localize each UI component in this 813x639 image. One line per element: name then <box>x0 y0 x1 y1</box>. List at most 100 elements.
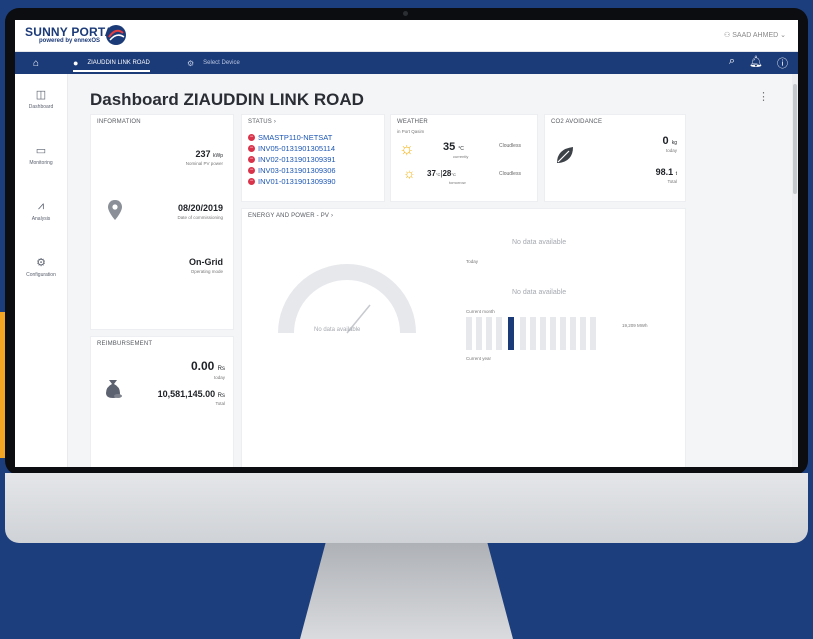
status-device-item[interactable]: − SMASTP110-NETSAT <box>248 133 332 142</box>
today-currency: Rs <box>217 366 225 372</box>
operating-mode-value: On-Grid <box>189 257 223 267</box>
chart-icon: ⩘ <box>37 200 45 212</box>
chevron-down-icon: ⌄ <box>780 32 786 39</box>
chevron-right-icon: › <box>273 119 277 125</box>
commissioning-date: 08/20/2019 <box>177 203 223 213</box>
current-label: currently <box>453 154 469 159</box>
monitor-icon: ▭ <box>35 145 47 157</box>
error-icon: − <box>248 178 255 185</box>
sidebar-item-label: Monitoring <box>29 160 53 166</box>
co2-total-value: 98.1 t <box>656 167 677 177</box>
navigation-bar: ⌂ ● ZIAUDDIN LINK ROAD ⚙ Select Device ⌕… <box>15 52 798 74</box>
co2-today-unit: kg <box>671 140 677 146</box>
sidebar-item-monitoring[interactable]: ▭ Monitoring <box>15 144 67 166</box>
co2-today-amount: 0 <box>662 135 669 147</box>
current-month-label: Current month <box>466 309 495 314</box>
reimbursement-total-value: 10,581,145.00 Rs <box>158 389 225 399</box>
bar <box>590 317 596 350</box>
co2-total-label: Total <box>667 179 677 184</box>
sidebar-item-label: Dashboard <box>28 104 54 110</box>
status-device-item[interactable]: − INV01-0131901309390 <box>248 177 336 186</box>
forecast-label: tomorrow <box>449 180 466 185</box>
weather-current-row: ☼ 35 °C currently Cloudless <box>391 137 536 161</box>
more-options-icon[interactable]: ⋮ <box>758 90 769 103</box>
status-device-item[interactable]: − INV02-0131901309391 <box>248 155 336 164</box>
sidebar-item-dashboard[interactable]: ◫ Dashboard <box>15 88 67 110</box>
device-name: INV02-0131901309391 <box>258 155 336 164</box>
sun-icon: ☼ <box>399 139 415 158</box>
page-title: Dashboard ZIAUDDIN LINK ROAD <box>90 90 364 109</box>
weather-card: WEATHER in Port Qasim ☼ 35 °C currently … <box>390 114 538 202</box>
monitor-stand <box>300 543 513 639</box>
bar-value-label: 19,209 MWh <box>622 323 648 328</box>
status-title[interactable]: STATUS › <box>248 119 276 125</box>
current-year-label: Current year <box>466 356 492 361</box>
status-device-item[interactable]: − INV03-0131901309306 <box>248 166 336 175</box>
bar <box>540 317 546 350</box>
current-condition: Cloudless <box>499 143 521 149</box>
select-device-button[interactable]: ⚙ Select Device <box>187 52 240 74</box>
forecast-condition: Cloudless <box>499 171 521 177</box>
info-icon[interactable]: ⓘ <box>777 55 788 71</box>
co2-title: CO2 AVOIDANCE <box>551 119 603 125</box>
nominal-power-label: Nominal PV power <box>185 161 223 166</box>
forecast-high: 37 <box>427 169 436 178</box>
reimbursement-today-label: today <box>213 375 225 380</box>
logo-subtitle: powered by ennexOS <box>39 38 101 44</box>
bar <box>530 317 536 350</box>
error-icon: − <box>248 167 255 174</box>
month-no-data: No data available <box>512 289 567 296</box>
co2-total-amount: 98.1 <box>655 167 674 177</box>
energy-title-text: ENERGY AND POWER - PV <box>248 213 330 219</box>
commissioning-label: Date of commissioning <box>177 215 223 220</box>
power-value: 237 <box>195 149 211 159</box>
total-amount: 10,581,145.00 <box>157 389 216 399</box>
plant-tab[interactable]: ● ZIAUDDIN LINK ROAD <box>73 52 150 74</box>
nominal-power-value: 237 kWp <box>195 149 223 159</box>
bar <box>570 317 576 350</box>
co2-today-label: today <box>665 148 677 153</box>
top-bar: SUNNY PORTAL powered by ennexOS ⚇ SAAD A… <box>15 20 798 52</box>
bar <box>560 317 566 350</box>
energy-title[interactable]: ENERGY AND POWER - PV › <box>248 213 333 219</box>
status-device-item[interactable]: − INV05-0131901305114 <box>248 144 335 153</box>
weather-location: in Port Qasim <box>397 129 425 134</box>
plant-name: ZIAUDDIN LINK ROAD <box>87 60 150 66</box>
sidebar-item-configuration[interactable]: ⚙ Configuration <box>15 256 67 278</box>
scroll-thumb[interactable] <box>793 84 797 194</box>
forecast-unit: °C <box>451 172 456 177</box>
reimbursement-title: REIMBURSEMENT <box>97 341 153 347</box>
forecast-temp: 37°C|28°C <box>427 169 456 178</box>
bar <box>496 317 502 350</box>
error-icon: − <box>248 156 255 163</box>
weather-forecast-row: ☼ 37°C|28°C tomorrow Cloudless <box>391 165 536 189</box>
dashboard-icon: ◫ <box>35 89 47 101</box>
scrollbar[interactable] <box>792 74 798 467</box>
bar-current <box>508 317 514 350</box>
chevron-right-icon: › <box>330 213 334 219</box>
home-icon[interactable]: ⌂ <box>33 52 39 74</box>
sidebar-item-analysis[interactable]: ⩘ Analysis <box>15 200 67 222</box>
money-bag-icon <box>106 380 122 398</box>
active-tab-indicator <box>73 70 150 72</box>
user-menu[interactable]: ⚇ SAAD AHMED ⌄ <box>724 31 786 39</box>
search-icon[interactable]: ⌕ <box>729 55 735 71</box>
select-device-label: Select Device <box>203 60 240 66</box>
today-label: Today <box>466 259 479 264</box>
nav-actions: ⌕ 🔔︎ ⓘ <box>729 55 788 71</box>
operating-mode-label: Operating mode <box>190 269 223 274</box>
monitor-frame: SUNNY PORTAL powered by ennexOS ⚇ SAAD A… <box>5 8 808 475</box>
co2-avoidance-card: CO2 AVOIDANCE 0 kg today 98.1 t Total <box>544 114 686 202</box>
bar <box>466 317 472 350</box>
error-icon: − <box>248 134 255 141</box>
user-name: SAAD AHMED <box>732 32 779 39</box>
bar <box>476 317 482 350</box>
gauge-no-data: No data available <box>314 327 361 333</box>
reimbursement-total-label: Total <box>215 401 225 406</box>
location-pin-icon: ● <box>73 58 79 68</box>
leaf-icon <box>557 147 573 163</box>
bell-icon[interactable]: 🔔︎ <box>749 55 763 71</box>
bar <box>550 317 556 350</box>
current-temp: 35 °C <box>443 141 464 153</box>
co2-total-unit: t <box>675 171 677 177</box>
